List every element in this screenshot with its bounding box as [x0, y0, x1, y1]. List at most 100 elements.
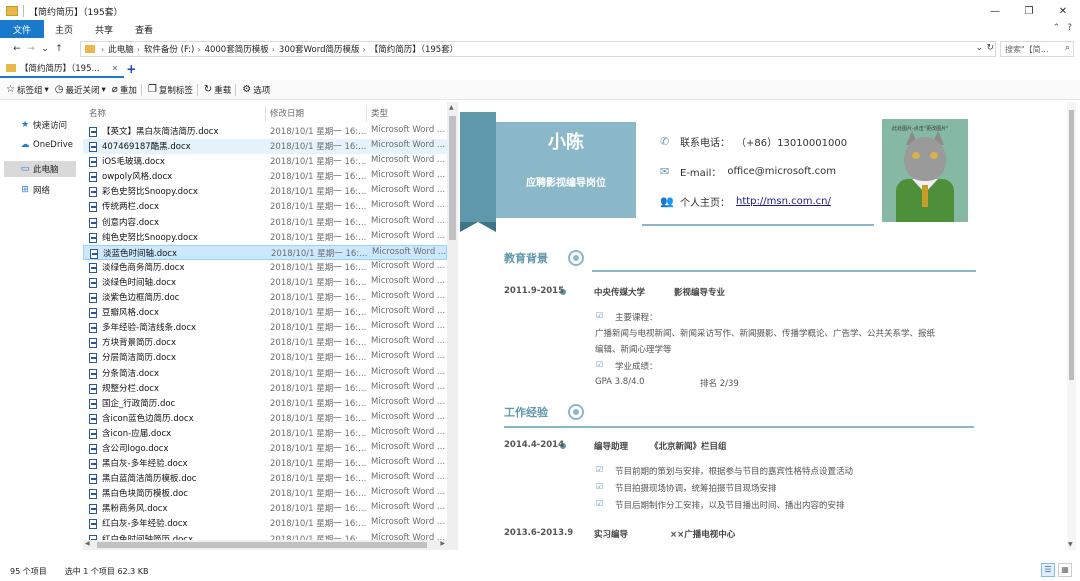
- word-document-icon: [89, 489, 97, 500]
- scroll-left-icon[interactable]: ◀: [85, 540, 90, 547]
- breadcrumb-word-templates[interactable]: 300套Word简历模版: [279, 43, 360, 55]
- scrollbar-thumb[interactable]: [97, 542, 427, 548]
- homepage-link[interactable]: http://msn.com.cn/: [736, 196, 831, 207]
- file-name: 黑白蓝简洁简历模板.doc: [102, 474, 197, 485]
- table-row[interactable]: 黑粉商务风.docx 2018/10/1 星期一 16:... Microsoft …: [83, 501, 447, 516]
- table-row[interactable]: 含icon-应届.docx 2018/10/1 星期一 16:... Microso…: [83, 426, 447, 441]
- search-input[interactable]: 搜索"【简… ⌕: [1000, 41, 1074, 57]
- sidebar-item-quick-access[interactable]: ★ 快速访问: [0, 117, 80, 133]
- tab-strip: 【简约简历】（195... ✕ +: [0, 60, 1080, 78]
- new-tab-button[interactable]: +: [126, 62, 136, 76]
- column-header-type[interactable]: 类型: [371, 107, 388, 119]
- file-name: 淡紫色边框简历.doc: [102, 293, 180, 304]
- table-row[interactable]: 黑白灰-多年经验.docx 2018/10/1 星期一 16:... Microso…: [83, 456, 447, 471]
- refresh-icon[interactable]: ↻: [986, 43, 994, 53]
- details-view-icon[interactable]: ☰: [1041, 563, 1055, 577]
- table-row[interactable]: 传统两栏.docx 2018/10/1 星期一 16:... Microsoft W…: [83, 199, 447, 214]
- up-arrow-icon[interactable]: ↑: [52, 44, 66, 54]
- large-icons-view-icon[interactable]: ▦: [1058, 563, 1072, 577]
- job1-date: 2014.4-2014: [504, 440, 564, 450]
- maximize-button[interactable]: ❐: [1012, 0, 1046, 22]
- table-row[interactable]: 分条简洁.docx 2018/10/1 星期一 16:... Microsoft W…: [83, 366, 447, 381]
- search-icon[interactable]: ⌕: [1065, 43, 1070, 53]
- table-row[interactable]: 黑白色块简历模板.doc 2018/10/1 星期一 16:... Microsof…: [83, 486, 447, 501]
- options-button[interactable]: ⚙ 选项: [242, 84, 270, 96]
- help-icon[interactable]: ?: [1067, 23, 1072, 33]
- scrollbar-thumb[interactable]: [449, 116, 456, 240]
- table-row[interactable]: 分层简洁简历.docx 2018/10/1 星期一 16:... Microsoft…: [83, 350, 447, 365]
- table-row[interactable]: 407469187酷黑.docx 2018/10/1 星期一 16:... Micr…: [83, 139, 447, 155]
- table-row[interactable]: owpoly风格.docx 2018/10/1 星期一 16:... Microso…: [83, 169, 447, 184]
- file-date: 2018/10/1 星期一 16:...: [270, 202, 367, 213]
- copy-tab-button[interactable]: ❐ 复制标签: [148, 84, 193, 96]
- breadcrumb-drive[interactable]: 软件备份 (F:): [144, 43, 194, 55]
- file-name: 彩色史努比Snoopy.docx: [102, 187, 198, 198]
- column-header-name[interactable]: 名称: [89, 107, 106, 119]
- close-button[interactable]: ✕: [1046, 0, 1080, 22]
- breadcrumb-current[interactable]: 【简约简历】（195套）: [370, 43, 458, 55]
- job1-title: 编导助理: [594, 442, 629, 452]
- table-row[interactable]: 纯色史努比Snoopy.docx 2018/10/1 星期一 16:... Micr…: [83, 230, 447, 245]
- file-name: 【英文】黑白灰简洁简历.docx: [102, 127, 219, 137]
- tab-view[interactable]: 查看: [124, 20, 164, 38]
- table-row[interactable]: 淡蓝色时间轴.docx 2018/10/1 星期一 16:... Microsoft…: [83, 244, 447, 260]
- table-row[interactable]: 含icon蓝色边简历.docx 2018/10/1 星期一 16:... Micro…: [83, 411, 447, 426]
- recently-closed-button[interactable]: ◷ 最近关闭 ▾: [55, 84, 106, 96]
- file-type: Microsoft Word ...: [371, 336, 446, 347]
- table-row[interactable]: 国企_行政简历.doc 2018/10/1 星期一 16:... Microsoft…: [83, 396, 447, 411]
- scroll-right-icon[interactable]: ▶: [440, 540, 445, 547]
- file-date: 2018/10/1 星期一 16:...: [270, 232, 367, 243]
- table-row[interactable]: 淡绿色时间轴.docx 2018/10/1 星期一 16:... Microsoft…: [83, 275, 447, 290]
- table-row[interactable]: 规整分栏.docx 2018/10/1 星期一 16:... Microsoft W…: [83, 381, 447, 396]
- tab-home[interactable]: 主页: [44, 20, 84, 38]
- star-icon: ☆: [6, 84, 15, 95]
- table-row[interactable]: 创意内容.docx 2018/10/1 星期一 16:... Microsoft W…: [83, 215, 447, 230]
- file-name: 豆瓣风格.docx: [102, 308, 160, 319]
- table-row[interactable]: 淡紫色边框简历.doc 2018/10/1 星期一 16:... Microsoft…: [83, 290, 447, 305]
- reopen-button[interactable]: ⌀ 重加: [112, 84, 137, 96]
- preview-scrollbar[interactable]: ▼: [1067, 102, 1076, 550]
- copy-icon: ❐: [147, 84, 157, 95]
- folder-tab[interactable]: 【简约简历】（195... ✕: [0, 60, 125, 78]
- minimize-button[interactable]: —: [978, 0, 1012, 22]
- table-row[interactable]: 多年经验-简洁线条.docx 2018/10/1 星期一 16:... Micros…: [83, 320, 447, 335]
- table-row[interactable]: 含公司logo.docx 2018/10/1 星期一 16:... Microsof…: [83, 441, 447, 456]
- file-date: 2018/10/1 星期一 16:...: [270, 489, 367, 500]
- table-row[interactable]: 豆瓣风格.docx 2018/10/1 星期一 16:... Microsoft W…: [83, 305, 447, 320]
- scrollbar-thumb[interactable]: [1069, 110, 1074, 380]
- forward-arrow-icon[interactable]: →: [24, 44, 38, 54]
- scroll-down-icon[interactable]: ▼: [1068, 541, 1073, 548]
- reload-button[interactable]: ↻ 重载: [204, 84, 231, 96]
- chevron-right-icon: ›: [197, 44, 201, 54]
- tab-file[interactable]: 文件: [0, 20, 45, 38]
- table-row[interactable]: 彩色史努比Snoopy.docx 2018/10/1 星期一 16:... Micr…: [83, 184, 447, 199]
- file-list-scrollbar[interactable]: ▲: [447, 102, 458, 550]
- breadcrumb-this-pc[interactable]: 此电脑: [108, 43, 134, 55]
- table-row[interactable]: 方块背景简历.docx 2018/10/1 星期一 16:... Microsoft…: [83, 335, 447, 350]
- divider[interactable]: [265, 106, 266, 122]
- table-row[interactable]: 黑白蓝简洁简历模板.doc 2018/10/1 星期一 16:... Microso…: [83, 471, 447, 486]
- recent-locations-icon[interactable]: ⌄: [38, 44, 52, 54]
- close-tab-icon[interactable]: ✕: [112, 64, 119, 73]
- sidebar-item-network[interactable]: ⊞ 网络: [0, 182, 80, 198]
- chevron-down-icon[interactable]: ⌄: [975, 43, 983, 53]
- divider[interactable]: [366, 106, 367, 122]
- path-field[interactable]: › 此电脑 › 软件备份 (F:) › 4000套简历模板 › 300套Word…: [80, 41, 996, 57]
- column-header-date[interactable]: 修改日期: [270, 107, 304, 119]
- breadcrumb-templates[interactable]: 4000套简历模板: [205, 43, 269, 55]
- expand-ribbon-icon[interactable]: ⌃: [1053, 23, 1061, 33]
- file-type: Microsoft Word ...: [371, 381, 446, 392]
- sidebar-item-this-pc[interactable]: ▭ 此电脑: [4, 161, 76, 177]
- file-name: 黑粉商务风.docx: [102, 504, 168, 515]
- file-name: 黑白色块简历模板.doc: [102, 489, 188, 500]
- file-list-horizontal-scrollbar[interactable]: ◀ ▶: [83, 540, 447, 550]
- bookmarks-button[interactable]: ☆ 标签组 ▾: [6, 84, 49, 96]
- table-row[interactable]: iOS毛玻璃.docx 2018/10/1 星期一 16:... Microsoft…: [83, 154, 447, 169]
- table-row[interactable]: 淡绿色商务简历.docx 2018/10/1 星期一 16:... Microsof…: [83, 260, 447, 275]
- table-row[interactable]: 红白灰-多年经验.docx 2018/10/1 星期一 16:... Microso…: [83, 516, 447, 531]
- scroll-up-icon[interactable]: ▲: [449, 104, 454, 111]
- table-row[interactable]: 【英文】黑白灰简洁简历.docx 2018/10/1 星期一 16:... Micr…: [83, 124, 447, 139]
- back-arrow-icon[interactable]: ←: [10, 44, 24, 54]
- tab-share[interactable]: 共享: [84, 20, 124, 38]
- sidebar-item-onedrive[interactable]: ☁ OneDrive: [0, 137, 80, 153]
